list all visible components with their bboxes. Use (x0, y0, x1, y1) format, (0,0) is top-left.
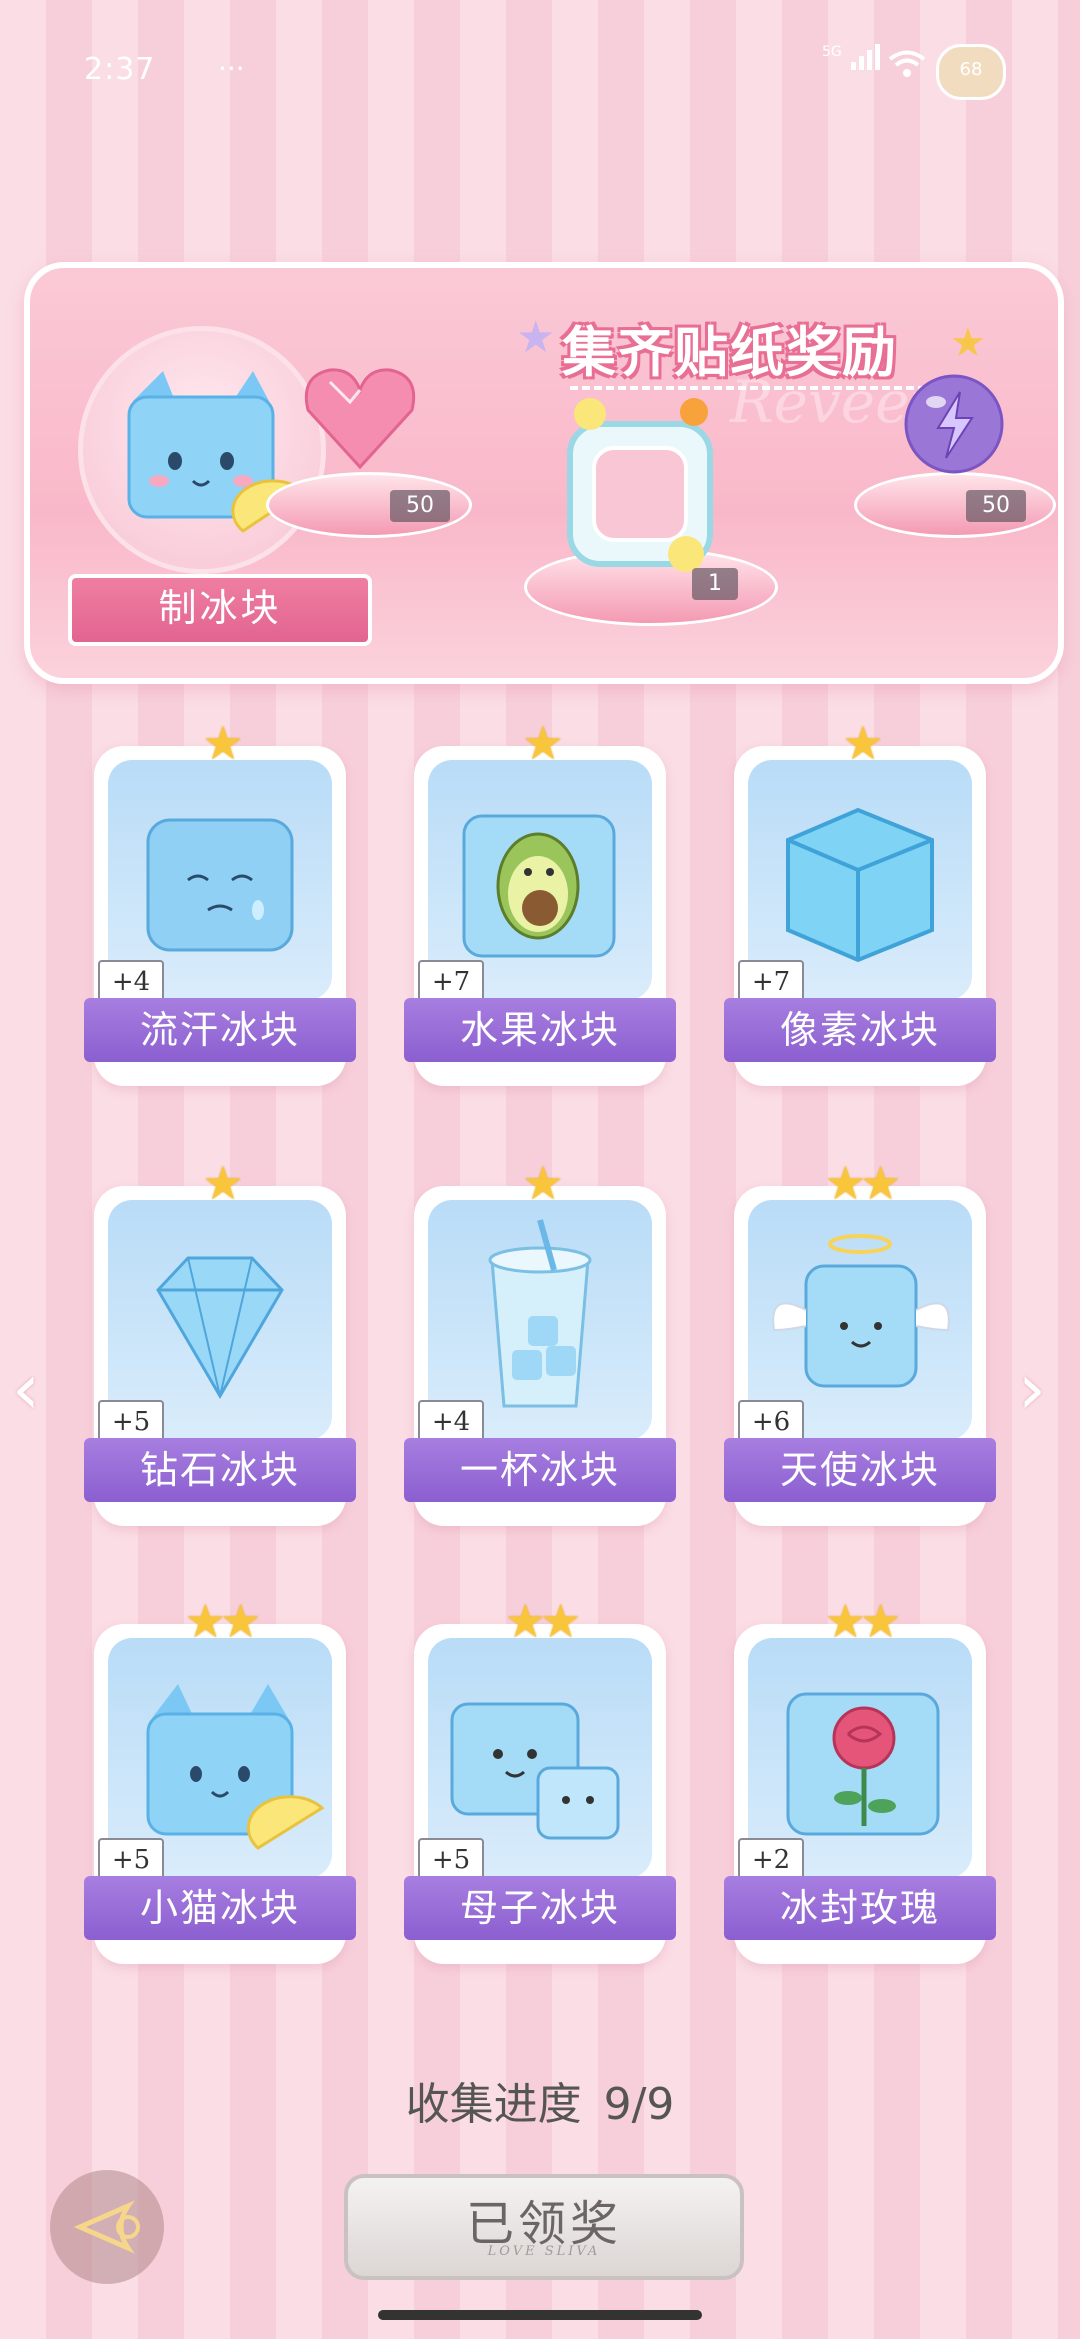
collection-progress: 收集进度 9/9 (0, 2068, 1080, 2132)
sticker-card[interactable]: ★ +4 流汗冰块 (84, 716, 356, 1086)
wifi-icon (888, 50, 926, 77)
sticker-reward-banner: Reveem ★ 集齐贴纸奖励 ★ 制冰块 50 1 50 (24, 262, 1064, 684)
reward-item[interactable]: 1 (524, 398, 814, 626)
star-rating-icon: ★ (202, 716, 243, 770)
card-name: 一杯冰块 (404, 1438, 676, 1502)
star-rating-icon: ★★ (504, 1594, 581, 1648)
sticker-card[interactable]: ★★ +5 母子冰块 (404, 1594, 676, 1964)
battery-level: 68 (959, 59, 983, 80)
star-rating-icon: ★ (202, 1156, 243, 1210)
purple-orb-icon (904, 374, 1004, 474)
battery-icon: 68 (936, 44, 1006, 100)
card-name: 小猫冰块 (84, 1876, 356, 1940)
banner-title: 集齐贴纸奖励 (562, 321, 898, 384)
featured-label: 制冰块 (68, 574, 372, 646)
status-bar: 2:37 ··· 5G 68 (0, 0, 1080, 140)
back-arrow-icon (73, 2200, 140, 2254)
sticker-card[interactable]: ★★ +6 天使冰块 (724, 1156, 996, 1526)
back-button[interactable] (50, 2170, 164, 2284)
reward-count: 1 (692, 568, 738, 600)
star-rating-icon: ★★ (824, 1594, 901, 1648)
card-name: 流汗冰块 (84, 998, 356, 1062)
network-label: 5G (822, 44, 842, 60)
heart-gem-icon (304, 368, 416, 470)
sticker-card[interactable]: ★ +7 像素冰块 (724, 716, 996, 1086)
star-rating-icon: ★★ (824, 1156, 901, 1210)
star-rating-icon: ★ (522, 716, 563, 770)
progress-value: 9/9 (603, 2079, 675, 2130)
card-name: 钻石冰块 (84, 1438, 356, 1502)
card-name: 冰封玫瑰 (724, 1876, 996, 1940)
sticker-card[interactable]: ★ +7 水果冰块 (404, 716, 676, 1086)
status-dots: ··· (218, 52, 245, 85)
sticker-card[interactable]: ★ +4 一杯冰块 (404, 1156, 676, 1526)
reward-item[interactable]: 50 (854, 322, 1056, 538)
signal-icon: 5G (822, 44, 883, 70)
sticker-frame-icon (567, 398, 713, 572)
reward-item[interactable]: 50 (266, 322, 472, 538)
card-name: 水果冰块 (404, 998, 676, 1062)
star-rating-icon: ★★ (184, 1594, 261, 1648)
sticker-card[interactable]: ★ +5 钻石冰块 (84, 1156, 356, 1526)
card-name: 天使冰块 (724, 1438, 996, 1502)
star-rating-icon: ★ (842, 716, 883, 770)
progress-label: 收集进度 (405, 2079, 582, 2130)
reward-count: 50 (966, 490, 1026, 522)
claimed-button[interactable]: 已领奖 LOVE SLIVA (344, 2174, 744, 2280)
sticker-card[interactable]: ★★ +5 小猫冰块 (84, 1594, 356, 1964)
prev-page-arrow[interactable]: ‹ (12, 1348, 40, 1430)
next-page-arrow[interactable]: › (1018, 1348, 1046, 1430)
card-name: 像素冰块 (724, 998, 996, 1062)
star-icon: ★ (516, 312, 556, 363)
status-time: 2:37 (84, 52, 156, 87)
reward-count: 50 (390, 490, 450, 522)
claimed-sub-label: LOVE SLIVA (487, 2244, 601, 2259)
star-rating-icon: ★ (522, 1156, 563, 1210)
sticker-card[interactable]: ★★ +2 冰封玫瑰 (724, 1594, 996, 1964)
card-name: 母子冰块 (404, 1876, 676, 1940)
home-indicator[interactable] (378, 2310, 702, 2320)
